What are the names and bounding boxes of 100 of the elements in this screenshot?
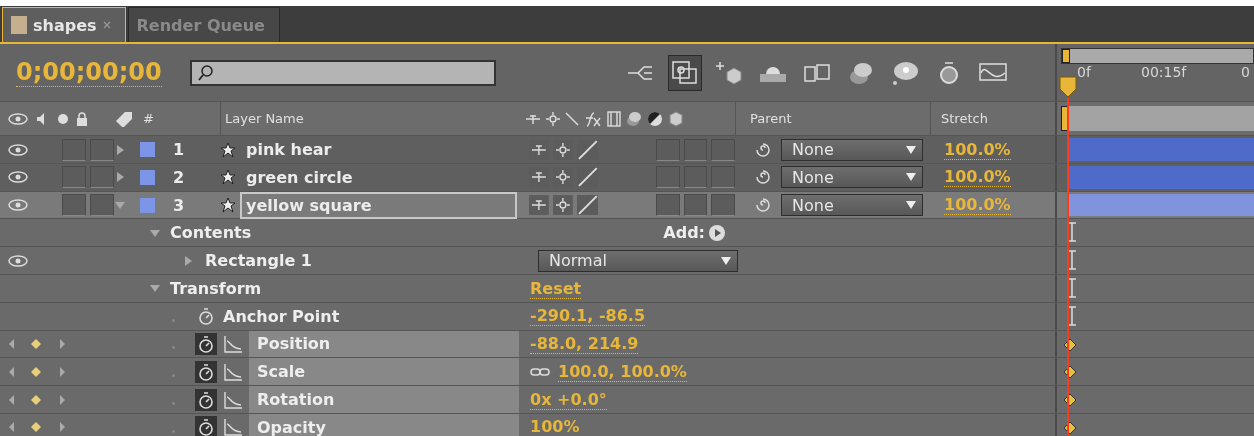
switch-box[interactable]: [711, 138, 735, 161]
stopwatch-icon[interactable]: [195, 416, 217, 436]
switch-box[interactable]: [90, 138, 114, 161]
layer-name[interactable]: pink hear: [240, 136, 338, 163]
shape-name[interactable]: Rectangle 1: [205, 251, 312, 271]
reset-link[interactable]: Reset: [530, 278, 582, 299]
caret-icon: [906, 201, 916, 210]
parent-dropdown[interactable]: None: [781, 194, 923, 217]
ruler-label: 0: [1241, 64, 1250, 80]
property-name[interactable]: Position: [249, 330, 519, 358]
eye-icon[interactable]: [8, 143, 28, 156]
stretch-value[interactable]: 100.0%: [944, 167, 1011, 188]
panel-tab[interactable]: Render Queue: [127, 7, 280, 42]
property-name[interactable]: Opacity: [249, 413, 519, 436]
film-icon: [607, 110, 621, 127]
collapse-arrow-icon[interactable]: [115, 200, 125, 211]
column-header[interactable]: Layer Name: [225, 111, 304, 126]
time-navigator-bar[interactable]: [1061, 48, 1254, 64]
parent-dropdown[interactable]: None: [781, 138, 923, 161]
column-header[interactable]: #: [143, 111, 154, 126]
switch-box[interactable]: [655, 166, 680, 189]
parent-dropdown[interactable]: None: [781, 166, 923, 189]
layer-number: 1: [173, 140, 185, 159]
switch-box[interactable]: [683, 138, 708, 161]
keyframe-navigator-icon[interactable]: [8, 392, 68, 407]
keyframe-navigator-icon[interactable]: [8, 364, 68, 379]
spiral-icon[interactable]: [755, 169, 771, 186]
switch-box[interactable]: [711, 166, 735, 189]
quality-slash-icon[interactable]: [576, 139, 599, 160]
shy-icon: [525, 112, 541, 125]
star-icon: [220, 197, 236, 214]
switch-box[interactable]: [62, 138, 86, 161]
collapse-arrow-icon[interactable]: [150, 283, 160, 294]
sun-switch-icon[interactable]: [552, 195, 573, 216]
layer-row[interactable]: 3 yellow square None 100.0%: [0, 191, 1254, 220]
shy-switch-icon[interactable]: [529, 195, 549, 216]
column-header[interactable]: Parent: [750, 111, 792, 126]
eye-icon[interactable]: [8, 254, 28, 267]
stretch-value[interactable]: 100.0%: [944, 139, 1011, 160]
link-icon[interactable]: [530, 365, 550, 378]
graph-icon[interactable]: [223, 362, 243, 381]
timecode[interactable]: 0;00;00;00: [16, 58, 162, 87]
eye-icon[interactable]: [8, 199, 28, 212]
property-value[interactable]: -88.0, 214.9: [530, 333, 639, 354]
eye-icon[interactable]: [8, 171, 28, 184]
switch-box[interactable]: [62, 194, 86, 217]
switch-box[interactable]: [90, 194, 114, 217]
close-icon[interactable]: [102, 21, 111, 29]
switch-box[interactable]: [711, 194, 735, 217]
quality-slash-icon[interactable]: [576, 195, 599, 216]
label-color-icon[interactable]: [140, 197, 155, 213]
keyframe-navigator-icon[interactable]: [8, 336, 68, 351]
property-name[interactable]: Scale: [249, 358, 519, 386]
switch-box[interactable]: [62, 166, 86, 189]
layer-name[interactable]: green circle: [240, 163, 359, 191]
search-field[interactable]: [189, 59, 496, 86]
layer-name[interactable]: yellow square: [240, 191, 517, 219]
label-color-icon[interactable]: [140, 169, 155, 185]
stopwatch-icon[interactable]: [195, 388, 217, 411]
collapse-arrow-icon[interactable]: [150, 227, 160, 238]
graph-icon[interactable]: [223, 418, 243, 436]
label-color-icon[interactable]: [140, 142, 155, 157]
switch-box[interactable]: [683, 194, 708, 217]
layer-row[interactable]: 1 pink hear None 100.0%: [0, 136, 1254, 164]
switch-box[interactable]: [90, 166, 114, 189]
layer-row[interactable]: 2 green circle None 100.0%: [0, 163, 1254, 192]
eye-icon[interactable]: [8, 112, 28, 125]
expand-arrow-icon[interactable]: [115, 144, 125, 155]
stopwatch-icon[interactable]: [195, 332, 217, 355]
quality-slash-icon[interactable]: [576, 167, 599, 188]
panel-tab[interactable]: shapes: [2, 7, 126, 42]
property-value[interactable]: 100%: [530, 417, 580, 436]
caret-icon: [906, 173, 916, 182]
toolbar-button[interactable]: [667, 54, 702, 91]
property-group-name[interactable]: Contents: [170, 223, 252, 243]
graph-icon[interactable]: [223, 390, 243, 409]
property-group-name[interactable]: Transform: [170, 278, 262, 298]
column-header[interactable]: Stretch: [941, 111, 988, 126]
stopwatch-icon[interactable]: [195, 360, 217, 383]
property-name[interactable]: Anchor Point: [223, 306, 340, 326]
tag-icon: [115, 110, 133, 127]
graph-icon[interactable]: [223, 334, 243, 353]
property-value[interactable]: 100.0, 100.0%: [558, 361, 687, 382]
property-name[interactable]: Rotation: [249, 386, 519, 413]
search-icon: [197, 64, 214, 81]
playhead-handle-icon[interactable]: [1059, 76, 1077, 98]
keyframe-navigator-icon[interactable]: [8, 420, 68, 435]
spiral-icon[interactable]: [755, 141, 771, 158]
bulb-icon: [890, 59, 919, 86]
property-value[interactable]: -290.1, -86.5: [530, 306, 645, 327]
add-button[interactable]: Add:: [663, 223, 725, 243]
blend-mode-dropdown[interactable]: Normal: [538, 249, 738, 272]
switch-box[interactable]: [655, 194, 680, 217]
switch-box[interactable]: [683, 166, 708, 189]
switch-box[interactable]: [655, 138, 680, 161]
expand-arrow-icon[interactable]: [115, 172, 125, 183]
stretch-value[interactable]: 100.0%: [944, 195, 1011, 216]
expand-arrow-icon[interactable]: [183, 255, 193, 266]
spiral-icon[interactable]: [755, 197, 771, 214]
property-value[interactable]: 0x +0.0°: [530, 389, 607, 410]
